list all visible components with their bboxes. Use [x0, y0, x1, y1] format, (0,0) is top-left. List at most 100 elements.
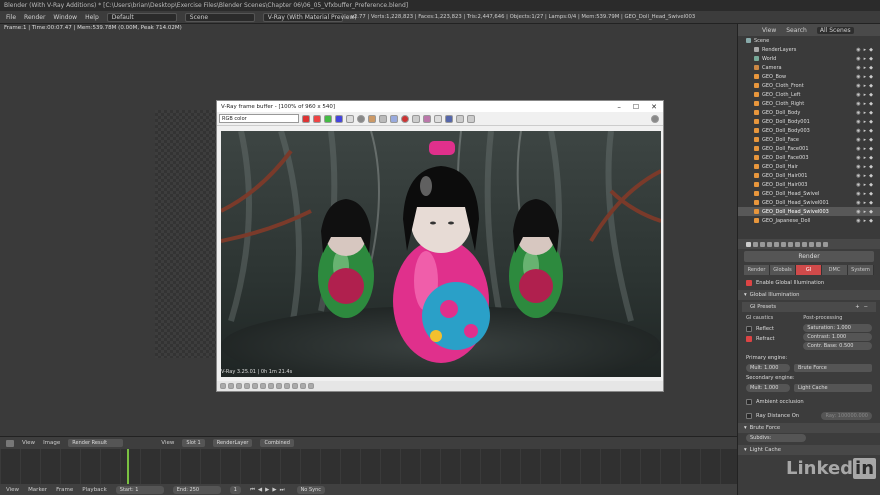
alpha-channel-icon[interactable] [346, 114, 354, 123]
visibility-icon[interactable]: ◉▸◆ [856, 56, 876, 62]
timeline-track[interactable] [0, 449, 737, 484]
visibility-icon[interactable]: ◉▸◆ [856, 164, 876, 170]
playback-menu[interactable]: Playback [82, 487, 107, 493]
secondary-engine-select[interactable]: Light Cache [794, 384, 872, 392]
image-view-menu-2[interactable]: View [161, 440, 174, 446]
outliner-item[interactable]: World ◉▸◆ [738, 54, 880, 63]
renderlayer-selector[interactable]: RenderLayer [212, 439, 253, 447]
close-icon[interactable]: ✕ [651, 103, 657, 111]
outliner-item[interactable]: GEO_Doll_Head_Swivel ◉▸◆ [738, 189, 880, 198]
texture-context-icon[interactable] [809, 241, 814, 247]
visibility-icon[interactable]: ◉▸◆ [856, 128, 876, 134]
primary-mult-field[interactable]: Mult: 1.000 [746, 364, 790, 372]
render-icon[interactable] [401, 114, 409, 123]
outliner-panel[interactable]: View Search All Scenes Scene RenderLayers… [737, 24, 880, 239]
primary-engine-select[interactable]: Brute Force [794, 364, 872, 372]
brute-force-section-header[interactable]: ▾ Brute Force [738, 423, 880, 433]
outliner-display-mode[interactable]: All Scenes [816, 26, 854, 34]
visibility-icon[interactable]: ◉▸◆ [856, 200, 876, 206]
correction-icon-4[interactable] [244, 383, 250, 389]
modifiers-context-icon[interactable] [788, 241, 793, 247]
mono-icon[interactable] [357, 114, 365, 123]
correction-icon-11[interactable] [300, 383, 306, 389]
outliner-item[interactable]: GEO_Doll_Hair001 ◉▸◆ [738, 171, 880, 180]
correction-icon-12[interactable] [308, 383, 314, 389]
end-frame-field[interactable]: End: 250 [172, 486, 221, 494]
properties-panel[interactable]: Render Render Globals GI DMC System Enab… [737, 239, 880, 495]
timeline-playhead[interactable] [127, 449, 129, 484]
visibility-icon[interactable]: ◉▸◆ [856, 74, 876, 80]
maximize-icon[interactable]: ☐ [633, 103, 639, 111]
material-context-icon[interactable] [802, 241, 807, 247]
outliner-item[interactable]: GEO_Doll_Head_Swivel001 ◉▸◆ [738, 198, 880, 207]
contrast-base-field[interactable]: Contr. Base: 0.500 [803, 342, 872, 350]
blue-channel-icon[interactable] [335, 114, 343, 123]
render-engine-selector[interactable]: V-Ray (With Material Preview) [262, 12, 357, 22]
render-context-icon[interactable] [746, 241, 751, 247]
correction-icon-10[interactable] [292, 383, 298, 389]
correction-icon-3[interactable] [236, 383, 242, 389]
enable-gi-row[interactable]: Enable Global Illumination [738, 278, 880, 288]
constraints-context-icon[interactable] [781, 241, 786, 247]
slot-selector[interactable]: Slot 1 [182, 439, 205, 447]
correction-icon-2[interactable] [228, 383, 234, 389]
visibility-icon[interactable]: ◉▸◆ [856, 92, 876, 98]
outliner-view-menu[interactable]: View [762, 27, 776, 34]
visibility-icon[interactable]: ◉▸◆ [856, 209, 876, 215]
ray-distance-checkbox[interactable] [746, 413, 752, 419]
region-render-icon[interactable] [390, 114, 398, 123]
outliner-item[interactable]: GEO_Doll_Body001 ◉▸◆ [738, 117, 880, 126]
outliner-item[interactable]: GEO_Cloth_Left ◉▸◆ [738, 90, 880, 99]
gi-presets-row[interactable]: GI Presets + − [742, 302, 876, 312]
world-context-icon[interactable] [767, 241, 772, 247]
outliner-item[interactable]: Scene [738, 36, 880, 45]
light-cache-section-header[interactable]: ▾ Light Cache [738, 445, 880, 455]
subdivs-field[interactable]: Subdivs: [746, 434, 806, 442]
visibility-icon[interactable]: ◉▸◆ [856, 191, 876, 197]
correction-icon-8[interactable] [276, 383, 282, 389]
data-context-icon[interactable] [795, 241, 800, 247]
ray-distance-row[interactable]: Ray Distance On Ray: 100000.000 [738, 411, 880, 421]
ambient-occlusion-checkbox[interactable] [746, 399, 752, 405]
visibility-icon[interactable]: ◉▸◆ [856, 65, 876, 71]
correction-icon-5[interactable] [252, 383, 258, 389]
enable-gi-checkbox[interactable] [746, 280, 752, 286]
scene-context-icon[interactable] [760, 241, 765, 247]
visibility-icon[interactable]: ◉▸◆ [856, 110, 876, 116]
physics-context-icon[interactable] [823, 241, 828, 247]
correction-icon-7[interactable] [268, 383, 274, 389]
editor-type-icon[interactable] [6, 439, 14, 447]
contrast-field[interactable]: Contrast: 1.000 [803, 333, 872, 341]
menu-file[interactable]: File [6, 14, 16, 21]
lens-effects-icon[interactable] [423, 114, 431, 123]
minimize-icon[interactable]: – [617, 103, 621, 111]
track-mouse-icon[interactable] [412, 114, 420, 123]
vfb-titlebar[interactable]: V-Ray frame buffer - [100% of 960 x 540]… [217, 101, 663, 112]
outliner-item[interactable]: GEO_Doll_Hair ◉▸◆ [738, 162, 880, 171]
tab-globals[interactable]: Globals [770, 265, 796, 275]
current-frame-field[interactable]: 1 [229, 486, 241, 494]
pass-selector[interactable]: Combined [260, 439, 294, 447]
tab-dmc[interactable]: DMC [822, 265, 848, 275]
next-keyframe-icon[interactable]: ▶ [272, 487, 279, 493]
options-icon[interactable] [651, 114, 659, 123]
outliner-item[interactable]: GEO_Doll_Face001 ◉▸◆ [738, 144, 880, 153]
visibility-icon[interactable]: ◉▸◆ [856, 119, 876, 125]
visibility-icon[interactable]: ◉▸◆ [856, 83, 876, 89]
marker-menu[interactable]: Marker [28, 487, 47, 493]
outliner-item[interactable]: RenderLayers ◉▸◆ [738, 45, 880, 54]
compare-icon[interactable] [456, 114, 464, 123]
jump-start-icon[interactable]: ⏮ [250, 487, 258, 493]
tab-system[interactable]: System [848, 265, 874, 275]
visibility-icon[interactable]: ◉▸◆ [856, 182, 876, 188]
visibility-icon[interactable]: ◉▸◆ [856, 218, 876, 224]
remove-preset-icon[interactable]: − [864, 304, 868, 310]
outliner-item[interactable]: GEO_Doll_Body ◉▸◆ [738, 108, 880, 117]
menu-window[interactable]: Window [53, 14, 77, 21]
tab-render[interactable]: Render [744, 265, 770, 275]
ray-distance-field[interactable]: Ray: 100000.000 [821, 412, 872, 420]
scene-selector[interactable]: Scene [184, 12, 255, 22]
outliner-search-menu[interactable]: Search [786, 27, 807, 34]
vray-frame-buffer-window[interactable]: V-Ray frame buffer - [100% of 960 x 540]… [216, 100, 664, 392]
object-context-icon[interactable] [774, 241, 779, 247]
